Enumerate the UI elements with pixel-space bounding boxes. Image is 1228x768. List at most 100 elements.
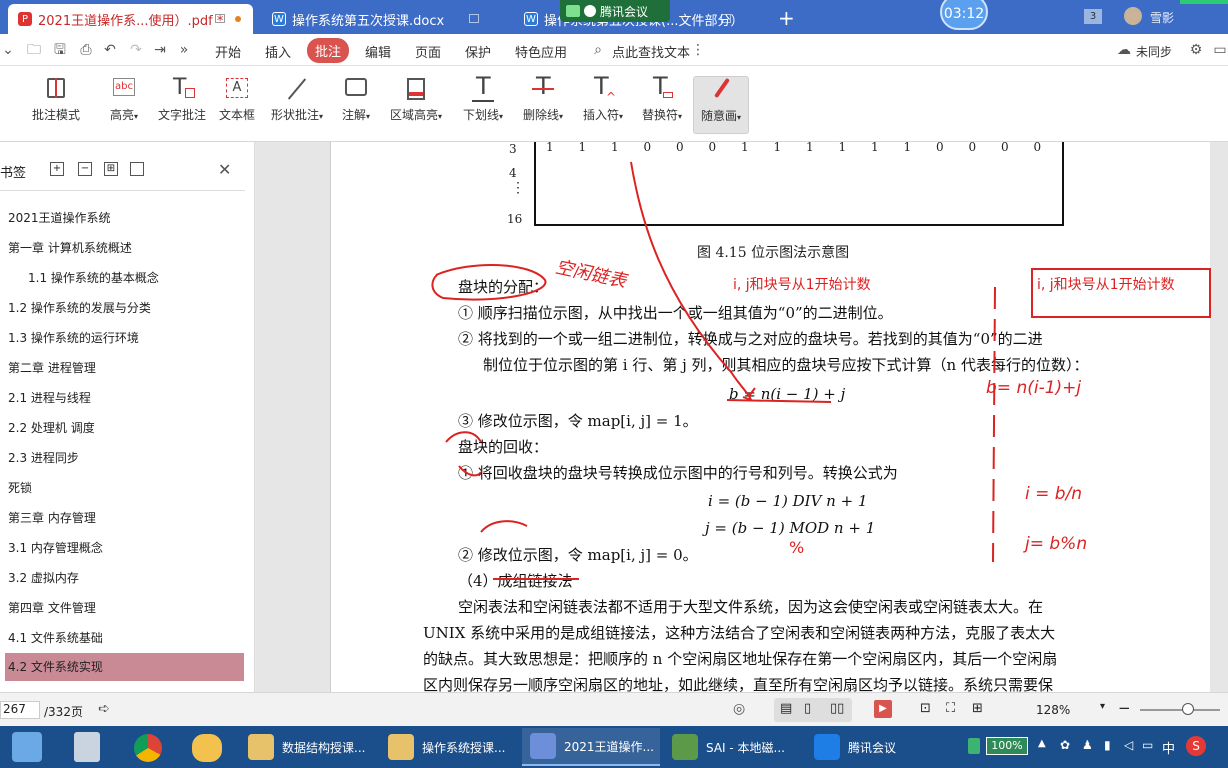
avatar[interactable] — [1124, 7, 1142, 25]
volume-icon[interactable]: ◁ — [1124, 738, 1133, 752]
zoom-slider-thumb[interactable] — [1182, 703, 1194, 715]
next-page-icon[interactable]: ➪ — [98, 701, 110, 717]
tray-icon[interactable]: ▭ — [1142, 738, 1153, 752]
chevron-down-icon[interactable]: ⌄ — [0, 42, 16, 58]
calculator-icon[interactable] — [74, 732, 100, 762]
textbox-button[interactable]: A 文本框 — [216, 76, 258, 134]
bookmark-item[interactable]: 2.3 进程同步 — [0, 444, 245, 472]
export-icon[interactable]: ⇥ — [152, 42, 168, 58]
save-icon[interactable]: 🖫 — [52, 42, 68, 58]
taskbar-app[interactable]: SAI - 本地磁... — [664, 728, 802, 766]
app-icon[interactable] — [192, 734, 222, 762]
bookmark-icon[interactable] — [130, 162, 144, 176]
flower-icon[interactable]: ✿ — [1060, 738, 1070, 752]
menu-insert[interactable]: 插入 — [265, 42, 291, 61]
window-icon[interactable]: ▭ — [1212, 42, 1228, 58]
play-icon[interactable]: ▶ — [874, 700, 892, 718]
insert-caret-button[interactable]: T ^ 插入符▾ — [578, 74, 628, 134]
print-icon[interactable]: ⎙ — [78, 42, 94, 58]
window-icon[interactable] — [721, 14, 731, 23]
bookmark-item[interactable]: 第二章 进程管理 — [0, 354, 245, 382]
chrome-icon[interactable] — [134, 734, 162, 762]
bookmark-item[interactable]: 3.2 虚拟内存 — [0, 564, 245, 592]
fit-page-icon[interactable]: ⛶ — [946, 701, 955, 716]
kebab-icon[interactable]: ⋮ — [690, 42, 706, 58]
underline-button[interactable]: T 下划线▾ — [458, 74, 508, 134]
meeting-overlay[interactable]: 腾讯会议 — [560, 0, 670, 22]
zoom-level[interactable]: 128% — [1036, 703, 1070, 717]
bookmark-item[interactable]: 1.1 操作系统的基本概念 — [0, 264, 245, 292]
chevron-up-icon[interactable]: ▲ — [1038, 738, 1046, 749]
menu-page[interactable]: 页面 — [415, 42, 441, 61]
strikethrough-button[interactable]: T 删除线▾ — [516, 74, 570, 134]
bookmark-item[interactable]: 2021王道操作系统 — [0, 204, 245, 232]
add-bookmark-icon[interactable]: ⊞ — [104, 162, 118, 176]
bookmark-item[interactable]: 第四章 文件管理 — [0, 594, 245, 622]
search-box[interactable]: 点此查找文本 — [612, 42, 690, 61]
undo-icon[interactable]: ↶ — [102, 42, 118, 58]
zoom-slider[interactable] — [1140, 709, 1220, 711]
chevron-down-icon[interactable]: ▾ — [1100, 701, 1105, 712]
more-icon[interactable]: » — [176, 42, 192, 58]
tab-docx-1[interactable]: W 操作系统第五次授课.docx — [262, 4, 507, 34]
sogou-icon[interactable]: S — [1186, 736, 1206, 756]
expand-all-icon[interactable]: + — [50, 162, 64, 176]
document-viewport[interactable]: 3 4 ⋮ 16 1110001111110000 图 4.15 位示图法示意图… — [256, 142, 1228, 692]
taskbar-app[interactable]: 数据结构授课... — [240, 728, 378, 766]
menu-annotate[interactable]: 批注 — [307, 38, 350, 63]
menu-edit[interactable]: 编辑 — [365, 42, 391, 61]
person-icon[interactable]: ♟ — [1082, 738, 1093, 752]
meeting-timer[interactable]: 03:12 — [940, 0, 988, 30]
window-icon[interactable] — [215, 14, 225, 23]
continuous-page-icon[interactable]: ▯ — [804, 701, 811, 716]
cloud-icon[interactable]: ☁ — [1116, 42, 1132, 58]
shield-icon[interactable] — [968, 738, 980, 754]
bookmark-item[interactable]: 2.2 处理机 调度 — [0, 414, 245, 442]
taskbar-app-active[interactable]: 2021王道操作... — [522, 728, 660, 766]
close-icon[interactable]: ✕ — [218, 160, 231, 179]
menu-protect[interactable]: 保护 — [465, 42, 491, 61]
eye-icon[interactable]: ◎ — [733, 701, 745, 717]
network-icon[interactable]: ▮ — [1104, 738, 1111, 752]
bookmark-item[interactable]: 2.1 进程与线程 — [0, 384, 245, 412]
text-annotation-button[interactable]: T 文字批注 — [154, 76, 210, 134]
taskbar-app[interactable]: 操作系统授课... — [380, 728, 518, 766]
bookmark-item[interactable]: 3.1 内存管理概念 — [0, 534, 245, 562]
zoom-out-icon[interactable]: − — [1118, 699, 1131, 717]
annotation-mode-button[interactable]: 批注模式 — [28, 76, 84, 134]
gear-icon[interactable]: ⚙ — [1188, 42, 1204, 58]
open-folder-icon[interactable]: 🗀 — [26, 42, 42, 58]
sync-status[interactable]: 未同步 — [1136, 43, 1172, 60]
menu-features[interactable]: 特色应用 — [515, 42, 567, 61]
window-count-badge[interactable]: 3 — [1084, 9, 1102, 24]
bookmark-item[interactable]: 第一章 计算机系统概述 — [0, 234, 245, 262]
computer-icon[interactable] — [12, 732, 42, 762]
taskbar-app[interactable]: 腾讯会议 — [806, 728, 942, 766]
replace-button[interactable]: T 替换符▾ — [638, 74, 686, 134]
comment-button[interactable]: 注解▾ — [336, 76, 376, 134]
bookmark-item[interactable]: 1.3 操作系统的运行环境 — [0, 324, 245, 352]
redo-icon[interactable]: ↷ — [128, 42, 144, 58]
bookmark-item[interactable]: 1.2 操作系统的发展与分类 — [0, 294, 245, 322]
battery-indicator[interactable]: 100% — [986, 737, 1028, 755]
ime-indicator[interactable]: 中 — [1162, 738, 1175, 757]
collapse-all-icon[interactable]: − — [78, 162, 92, 176]
fit-width-icon[interactable]: ⊡ — [920, 701, 931, 716]
rotate-icon[interactable]: ⊞ — [972, 701, 983, 716]
menu-start[interactable]: 开始 — [215, 42, 241, 61]
tab-pdf[interactable]: P 2021王道操作系...使用）.pdf * — [8, 4, 253, 34]
window-icon[interactable] — [469, 14, 479, 23]
account-name[interactable]: 雪影 — [1150, 9, 1174, 26]
page-input[interactable]: 267 — [0, 701, 40, 719]
bookmark-item-active[interactable]: 4.2 文件系统实现 — [5, 653, 244, 681]
bookmark-item[interactable]: 4.1 文件系统基础 — [0, 624, 245, 652]
bookmark-item[interactable]: 死锁 — [0, 474, 245, 502]
new-tab-button[interactable]: + — [778, 6, 795, 30]
two-page-icon[interactable]: ▯▯ — [830, 701, 844, 716]
highlight-button[interactable]: abc 高亮▾ — [104, 76, 144, 134]
area-highlight-button[interactable]: 区域高亮▾ — [386, 76, 446, 134]
shape-annotation-button[interactable]: 形状批注▾ — [266, 76, 328, 134]
freehand-pen-button[interactable]: 随意画▾ — [693, 76, 749, 134]
bookmark-item[interactable]: 第三章 内存管理 — [0, 504, 245, 532]
search-icon[interactable]: ⌕ — [590, 42, 606, 58]
